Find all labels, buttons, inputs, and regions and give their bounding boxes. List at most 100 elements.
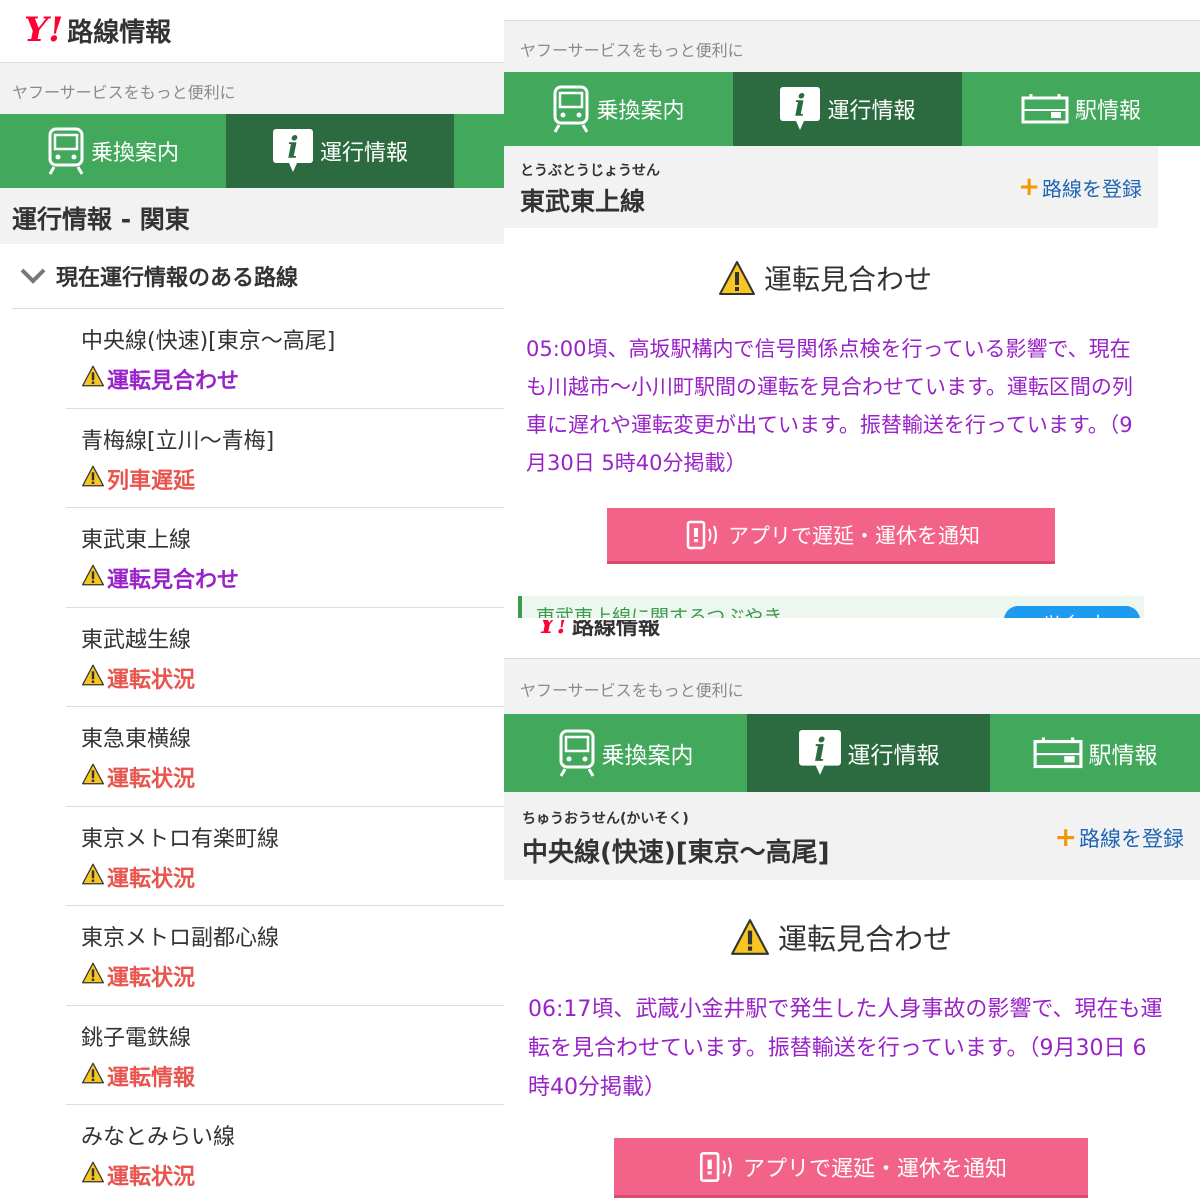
tobu-tojo-detail-screen: ヤフーサービスをもっと便利に 乗換案内 i 運行情報 駅情報 とうぶとうじょうせ…	[504, 0, 1200, 618]
tweet-section-label: 東武東上線に関するつぶやき	[536, 606, 783, 618]
warning-icon	[718, 260, 756, 296]
status-label: 運転見合わせ	[107, 568, 240, 593]
promo-banner[interactable]: ヤフーサービスをもっと便利に	[504, 20, 1200, 72]
line-kana: ちゅうおうせん(かいそく)	[522, 811, 689, 827]
promo-banner[interactable]: ヤフーサービスをもっと便利に	[0, 62, 504, 114]
line-name: 東武越生線	[81, 627, 192, 653]
line-list-item[interactable]: 中央線(快速)[東京～高尾] 運転見合わせ	[66, 309, 504, 409]
line-name: 東武東上線	[520, 187, 646, 216]
status-label: 列車遅延	[107, 468, 196, 494]
yahoo-logo-mark: Y!	[24, 10, 64, 50]
tab-operation-info[interactable]: i 運行情報	[226, 114, 454, 188]
line-status: 運転情報	[81, 1060, 504, 1092]
status-message: 05:00頃、高坂駅構内で信号関係点検を行っている影響で、現在も川越市～小川町駅…	[526, 337, 1133, 475]
line-list-item[interactable]: 東武東上線運転見合わせ	[66, 508, 504, 608]
line-name: 青梅線[立川～青梅]	[81, 428, 275, 454]
info-icon: i	[798, 728, 842, 778]
tab-bar: 乗換案内 i 運行情報 駅情報	[504, 714, 1200, 792]
collapsible-header[interactable]: 現在運行情報のある路線	[0, 252, 504, 300]
warning-icon	[81, 763, 105, 791]
line-list-item[interactable]: 銚子電鉄線運転情報	[66, 1006, 504, 1105]
line-status: 運転状況	[81, 960, 504, 992]
page-title: 運行情報 - 関東	[0, 188, 504, 244]
register-label: 路線を登録	[1042, 176, 1142, 201]
line-list-item[interactable]: 東急東横線運転状況	[66, 707, 504, 807]
line-name: 東京メトロ有楽町線	[81, 826, 280, 852]
warning-icon	[730, 918, 770, 956]
line-list-item[interactable]: 青梅線[立川～青梅] 列車遅延	[66, 409, 504, 508]
tab-operation-info[interactable]: i 運行情報	[733, 72, 962, 146]
tab-label: 運行情報	[827, 99, 916, 124]
info-icon: i	[272, 128, 314, 174]
tab-bar: 乗換案内 i 運行情報	[0, 114, 504, 188]
yahoo-logo-mark: Y!	[538, 620, 568, 640]
tab-operation-info[interactable]: i 運行情報	[747, 714, 990, 792]
tab-transfer[interactable]: 乗換案内	[504, 72, 733, 146]
tab-station-info[interactable]: 駅情報	[990, 714, 1200, 792]
notify-label: アプリで遅延・運休を通知	[742, 1156, 1007, 1182]
status-message: 06:17頃、武蔵小金井駅で発生した人身事故の影響で、現在も運転を見合わせていま…	[528, 997, 1163, 1100]
app-notify-button[interactable]: アプリで遅延・運休を通知	[607, 508, 1055, 564]
line-list-item[interactable]: 東武越生線運転状況	[66, 608, 504, 707]
status-label: 運転見合わせ	[764, 263, 933, 296]
tab-transfer[interactable]: 乗換案内	[0, 114, 226, 188]
line-name: 東京メトロ副都心線	[81, 926, 280, 951]
warning-icon	[81, 1161, 105, 1189]
app-notify-button[interactable]: アプリで遅延・運休を通知	[614, 1138, 1088, 1198]
tweet-button[interactable]: ツイート	[1004, 606, 1140, 618]
warning-icon	[81, 962, 105, 990]
line-list: 中央線(快速)[東京～高尾] 運転見合わせ 青梅線[立川～青梅] 列車遅延 東武東上線運…	[12, 308, 504, 1200]
chuo-line-detail-screen: Y! 路線情報 ヤフーサービスをもっと便利に 乗換案内 i 運行情報 駅情報 ち…	[504, 620, 1200, 1200]
warning-icon	[81, 664, 105, 692]
register-line-button[interactable]: + 路線を登録	[1054, 822, 1184, 853]
line-status: 運転状況	[81, 761, 504, 793]
station-sign-icon	[1033, 735, 1083, 771]
info-icon: i	[779, 86, 821, 132]
line-list-item[interactable]: 東京メトロ副都心線運転状況	[66, 906, 504, 1006]
status-heading: 運転見合わせ	[730, 916, 952, 958]
warning-icon	[81, 365, 105, 393]
warning-icon	[81, 465, 105, 493]
tab-transfer[interactable]: 乗換案内	[504, 714, 747, 792]
register-line-button[interactable]: + 路線を登録	[1018, 172, 1142, 202]
line-name: みなとみらい線	[81, 1125, 236, 1150]
line-name: 中央線(快速)[東京～高尾]	[522, 838, 830, 868]
station-sign-icon	[1021, 92, 1069, 126]
chevron-down-icon	[20, 268, 46, 284]
warning-icon	[81, 1062, 105, 1090]
svg-text:i: i	[814, 731, 826, 768]
tab-label: 乗換案内	[90, 141, 179, 166]
svg-text:i: i	[795, 89, 806, 124]
promo-banner[interactable]: ヤフーサービスをもっと便利に	[504, 658, 1200, 714]
line-status: 運転状況	[81, 662, 504, 694]
status-label: 運転状況	[107, 866, 196, 892]
subhead-label: 現在運行情報のある路線	[56, 266, 299, 291]
line-kana: とうぶとうじょうせん	[520, 163, 660, 179]
line-name: 東急東横線	[81, 727, 192, 752]
logo-text: 路線情報	[571, 620, 660, 640]
train-icon	[558, 728, 596, 778]
plus-icon: +	[1054, 822, 1077, 853]
register-label: 路線を登録	[1079, 826, 1184, 851]
status-label: 運転状況	[107, 667, 196, 693]
line-status: 運転見合わせ	[81, 363, 504, 395]
tab-label: 駅情報	[1074, 99, 1141, 124]
line-name: 東武東上線	[81, 528, 192, 553]
status-heading: 運転見合わせ	[718, 258, 932, 298]
tab-bar: 乗換案内 i 運行情報 駅情報	[504, 72, 1200, 146]
tab-station-info[interactable]: 駅情報	[962, 72, 1200, 146]
line-status: 運転状況	[81, 1159, 504, 1191]
tab-label: 運行情報	[319, 141, 408, 166]
yahoo-route-logo[interactable]: Y! 路線情報	[24, 8, 171, 52]
line-list-item[interactable]: 東京メトロ有楽町線運転状況	[66, 807, 504, 906]
status-label: 運転見合わせ	[107, 369, 240, 394]
line-status: 列車遅延	[81, 463, 504, 495]
train-icon	[552, 85, 590, 133]
logo-text: 路線情報	[67, 17, 172, 48]
yahoo-route-logo[interactable]: Y! 路線情報	[538, 620, 660, 640]
line-list-item[interactable]: みなとみらい線運転状況	[66, 1105, 504, 1200]
line-name: 銚子電鉄線	[81, 1025, 192, 1051]
tab-label: 駅情報	[1088, 743, 1158, 769]
status-label: 運転状況	[107, 767, 196, 792]
status-label: 運転情報	[107, 1065, 196, 1091]
